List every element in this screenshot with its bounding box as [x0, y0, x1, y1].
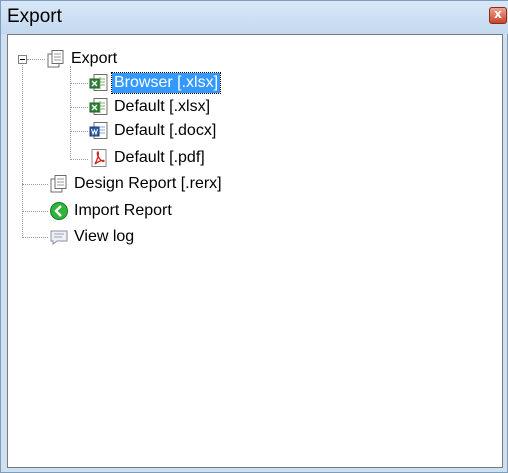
window-title: Export: [7, 6, 62, 27]
word-icon: [89, 121, 109, 141]
tree-node-label: Default [.docx]: [114, 122, 217, 139]
tree-node-label: Default [.pdf]: [114, 149, 205, 166]
tree-node-default-xlsx[interactable]: Default [.xlsx]: [89, 96, 212, 118]
export-window: Export x Export Browser [.xlsx] Default …: [0, 0, 508, 473]
tree-line: [22, 237, 48, 238]
tree-node-label: Design Report [.rerx]: [74, 175, 222, 192]
speech-bubble-icon: [49, 227, 69, 247]
close-icon: x: [494, 7, 502, 21]
document-stack-icon: [49, 174, 69, 194]
tree-line: [70, 66, 71, 160]
tree-node-default-docx[interactable]: Default [.docx]: [89, 120, 218, 142]
title-bar: Export x: [1, 1, 508, 34]
tree-node-browser-xlsx[interactable]: Browser [.xlsx]: [89, 72, 222, 94]
tree-node-design-report[interactable]: Design Report [.rerx]: [49, 173, 224, 195]
tree-line: [70, 107, 88, 108]
tree-line: [70, 159, 88, 160]
tree-node-label: Default [.xlsx]: [114, 98, 211, 115]
tree-node-label: Browser [.xlsx]: [110, 72, 222, 94]
pdf-icon: [89, 148, 109, 168]
tree-node-view-log[interactable]: View log: [49, 226, 136, 248]
tree-node-export[interactable]: Export: [46, 48, 119, 70]
document-stack-icon: [46, 49, 66, 69]
green-arrow-icon: [49, 201, 69, 221]
collapse-toggle[interactable]: [18, 55, 27, 64]
tree-node-label: View log: [74, 228, 135, 245]
tree-line: [70, 131, 88, 132]
tree-node-label: Export: [71, 50, 118, 67]
tree-node-label: Import Report: [74, 202, 172, 219]
tree-line: [22, 184, 48, 185]
tree-panel: Export Browser [.xlsx] Default [.xlsx] D…: [7, 34, 503, 468]
close-button[interactable]: x: [489, 7, 507, 24]
tree-line: [22, 211, 48, 212]
excel-icon: [89, 73, 109, 93]
tree-line: [27, 59, 45, 60]
tree-line: [70, 83, 88, 84]
tree-node-import-report[interactable]: Import Report: [49, 200, 174, 222]
tree-node-default-pdf[interactable]: Default [.pdf]: [89, 147, 207, 169]
export-tree: Export Browser [.xlsx] Default [.xlsx] D…: [8, 35, 502, 467]
excel-icon: [89, 97, 109, 117]
